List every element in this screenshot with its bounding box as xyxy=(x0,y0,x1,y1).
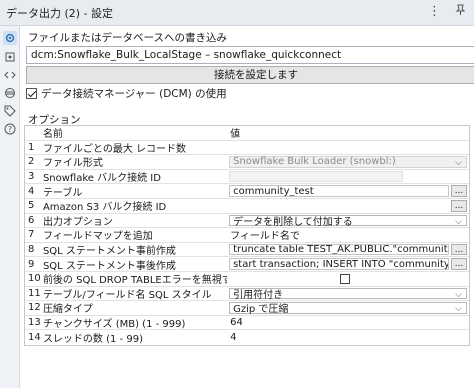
table-row: 11 テーブル/フィールド名 SQL スタイル 引用符付き ⌵ xyxy=(25,287,469,302)
row-number: 13 xyxy=(28,317,41,329)
row-name: 出力オプション xyxy=(42,216,113,228)
row-name: SQL ステートメント事前作成 xyxy=(42,246,176,258)
post-sql-browse-button[interactable]: ... xyxy=(451,258,467,270)
file-format-value: Snowflake Bulk Loader (snowbl:) xyxy=(233,156,396,168)
field-map-value[interactable]: フィールド名で xyxy=(227,228,469,241)
row-number: 12 xyxy=(28,302,41,314)
options-grid: 名前 値 1 ファイルごとの最大 レコード数 2 ファイル形式 Snowflak… xyxy=(24,125,470,346)
table-row: 5 Amazon S3 バルク接続 ID ... xyxy=(25,199,469,214)
table-row: 14 スレッドの数 (1 - 99) 4 xyxy=(25,330,469,345)
table-field[interactable]: community_test xyxy=(229,185,449,197)
setup-connection-button[interactable]: 接続を設定します xyxy=(26,66,474,84)
row-number: 8 xyxy=(28,244,35,256)
row-name: ファイル形式 xyxy=(42,158,103,170)
output-option-value: データを削除して付加する xyxy=(233,216,353,228)
link-icon[interactable] xyxy=(3,86,17,100)
chevron-down-icon: ⌵ xyxy=(455,304,462,315)
row-name: Amazon S3 バルク接続 ID xyxy=(42,202,167,214)
connection-input[interactable]: dcm:Snowflake_Bulk_LocalStage – snowflak… xyxy=(26,46,474,64)
s3-browse-button[interactable]: ... xyxy=(451,199,467,212)
more-vertical-icon[interactable]: ⋮ xyxy=(428,4,441,20)
row-number: 5 xyxy=(28,200,35,212)
row-number: 10 xyxy=(28,273,41,285)
table-row: 12 圧縮タイプ Gzip で圧縮 ⌵ xyxy=(25,301,469,316)
table-row: 4 テーブル community_test ... xyxy=(25,184,469,199)
row-name: テーブル xyxy=(42,187,83,199)
gear-icon[interactable] xyxy=(3,31,17,45)
row-name: 圧縮タイプ xyxy=(42,304,93,316)
row-number: 6 xyxy=(28,214,35,226)
row-name: テーブル/フィールド名 SQL スタイル xyxy=(42,289,212,301)
tag-icon[interactable] xyxy=(3,104,17,118)
connection-label: ファイルまたはデータベースへの書き込み xyxy=(28,32,227,44)
chevron-down-icon: ⌵ xyxy=(455,216,462,227)
dcm-row: データ接続マネージャー (DCM) の使用 xyxy=(26,86,227,101)
table-row: 2 ファイル形式 Snowflake Bulk Loader (snowbl:)… xyxy=(25,155,469,170)
help-icon[interactable]: ? xyxy=(3,122,17,136)
row-name: SQL ステートメント事後作成 xyxy=(42,260,176,272)
snowflake-bulk-id-field[interactable] xyxy=(229,170,403,183)
table-row: 10 前後の SQL DROP TABLEエラーを無視する xyxy=(25,272,469,287)
row-name: 前後の SQL DROP TABLEエラーを無視する xyxy=(42,275,228,287)
svg-text:?: ? xyxy=(8,125,12,134)
table-row: 1 ファイルごとの最大 レコード数 xyxy=(25,141,469,156)
max-records-field[interactable] xyxy=(227,141,469,155)
title-bar: データ出力 (2) - 設定 ⋮ xyxy=(0,0,474,26)
row-name: フィールドマップを追加 xyxy=(42,231,153,243)
table-row: 9 SQL ステートメント事後作成 start transaction; INS… xyxy=(25,257,469,272)
table-row: 8 SQL ステートメント事前作成 truncate table TEST_AK… xyxy=(25,243,469,258)
header-name: 名前 xyxy=(42,129,63,141)
table-row: 13 チャンクサイズ (MB) (1 - 999) 64 xyxy=(25,316,469,331)
node-icon[interactable] xyxy=(3,50,17,64)
header-value: 値 xyxy=(230,129,241,140)
table-row: 6 出力オプション データを削除して付加する ⌵ xyxy=(25,214,469,229)
table-row: 3 Snowflake バルク接続 ID xyxy=(25,170,469,185)
row-name: Snowflake バルク接続 ID xyxy=(42,173,161,185)
dcm-label: データ接続マネージャー (DCM) の使用 xyxy=(41,88,227,100)
compression-dropdown[interactable]: Gzip で圧縮 ⌵ xyxy=(229,302,467,315)
sql-style-dropdown[interactable]: 引用符付き ⌵ xyxy=(229,287,467,301)
row-number: 7 xyxy=(28,229,35,241)
pre-sql-browse-button[interactable]: ... xyxy=(451,243,467,256)
compression-value: Gzip で圧縮 xyxy=(233,304,289,315)
pin-icon[interactable] xyxy=(455,4,466,20)
chevron-down-icon: ⌵ xyxy=(455,158,462,169)
file-format-dropdown: Snowflake Bulk Loader (snowbl:) ⌵ xyxy=(229,156,467,168)
row-name: ファイルごとの最大 レコード数 xyxy=(42,143,187,155)
dcm-checkbox[interactable] xyxy=(26,88,37,99)
left-rail: ? xyxy=(0,26,20,388)
window-title: データ出力 (2) - 設定 xyxy=(6,6,114,20)
table-row: 7 フィールドマップを追加 フィールド名で xyxy=(25,228,469,243)
row-number: 4 xyxy=(28,185,35,197)
sql-style-value: 引用符付き xyxy=(233,289,284,301)
row-number: 3 xyxy=(28,171,35,183)
output-option-dropdown[interactable]: データを削除して付加する ⌵ xyxy=(229,214,467,228)
post-sql-field[interactable]: start transaction; INSERT INTO "communit… xyxy=(229,258,449,270)
row-name: スレッドの数 (1 - 99) xyxy=(42,334,143,346)
thread-count-field[interactable]: 4 xyxy=(227,330,469,345)
code-icon[interactable] xyxy=(3,68,17,82)
row-number: 2 xyxy=(28,156,35,168)
pre-sql-field[interactable]: truncate table TEST_AK.PUBLIC."community… xyxy=(229,243,449,256)
row-number: 14 xyxy=(28,332,41,344)
ignore-drop-error-checkbox[interactable] xyxy=(340,273,351,284)
row-number: 1 xyxy=(28,141,35,153)
chunk-size-field[interactable]: 64 xyxy=(227,316,469,330)
table-browse-button[interactable]: ... xyxy=(451,185,467,197)
chevron-down-icon: ⌵ xyxy=(455,289,462,300)
row-name: チャンクサイズ (MB) (1 - 999) xyxy=(42,319,186,331)
row-number: 11 xyxy=(28,287,41,299)
grid-header: 名前 値 xyxy=(25,126,469,141)
row-number: 9 xyxy=(28,258,35,270)
